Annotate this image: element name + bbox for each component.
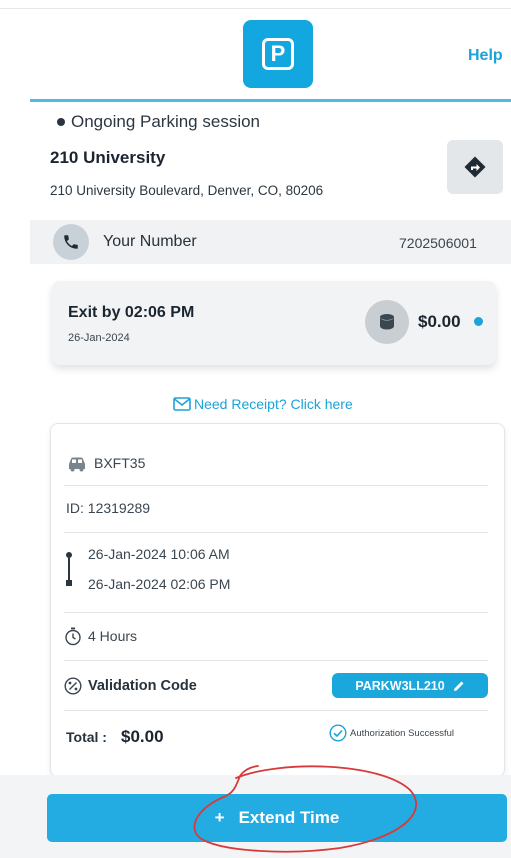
need-receipt-text: Need Receipt? Click here xyxy=(194,396,353,412)
exit-date: 26-Jan-2024 xyxy=(68,332,130,344)
extend-time-label: Extend Time xyxy=(238,808,340,827)
amount-value: $0.00 xyxy=(418,312,461,331)
status-dot-icon xyxy=(57,118,65,126)
plus-icon: + xyxy=(214,808,225,827)
duration: 4 Hours xyxy=(88,628,138,644)
timeline-line xyxy=(68,558,70,580)
total-value: $0.00 xyxy=(121,727,164,746)
location-name: 210 University xyxy=(50,148,166,167)
header-divider xyxy=(30,99,511,102)
coins-icon xyxy=(365,300,409,344)
help-link[interactable]: Help xyxy=(468,47,503,65)
car-icon xyxy=(66,456,88,477)
details-divider xyxy=(64,485,488,486)
exit-by-time: Exit by 02:06 PM xyxy=(68,304,195,321)
parking-logo: P xyxy=(243,20,313,88)
location-address: 210 University Boulevard, Denver, CO, 80… xyxy=(50,183,324,198)
license-plate: BXFT35 xyxy=(94,455,146,471)
details-divider xyxy=(64,612,488,613)
envelope-icon xyxy=(173,397,191,411)
timer-icon xyxy=(64,627,82,651)
total-label: Total : xyxy=(66,729,107,745)
details-divider xyxy=(64,710,488,711)
directions-button[interactable] xyxy=(447,140,503,194)
need-receipt-link[interactable]: Need Receipt? Click here xyxy=(173,396,353,412)
end-time: 26-Jan-2024 02:06 PM xyxy=(88,576,231,592)
session-status-text: Ongoing Parking session xyxy=(71,112,261,131)
discount-icon xyxy=(64,677,82,700)
validation-code-button[interactable]: PARKW3LL210 xyxy=(332,673,488,698)
details-divider xyxy=(64,532,488,533)
extend-time-button[interactable]: + Extend Time xyxy=(47,794,507,842)
directions-icon xyxy=(464,156,486,178)
top-divider xyxy=(0,8,511,9)
session-status: Ongoing Parking session xyxy=(57,112,260,132)
session-id: ID: 12319289 xyxy=(66,500,151,516)
end-square-icon xyxy=(66,580,72,586)
parking-p-icon: P xyxy=(262,38,294,70)
phone-number-value: 7202506001 xyxy=(399,235,477,251)
phone-icon xyxy=(53,224,89,260)
validation-code-value: PARKW3LL210 xyxy=(355,678,445,693)
validation-code-label: Validation Code xyxy=(88,678,197,694)
info-icon[interactable] xyxy=(474,317,483,326)
edit-icon xyxy=(453,681,464,691)
authorization-text: Authorization Successful xyxy=(350,727,455,739)
your-number-label: Your Number xyxy=(103,233,197,250)
start-time: 26-Jan-2024 10:06 AM xyxy=(88,546,230,562)
check-circle-icon xyxy=(329,724,347,742)
details-divider xyxy=(64,660,488,661)
authorization-status: Authorization Successful xyxy=(329,724,454,742)
